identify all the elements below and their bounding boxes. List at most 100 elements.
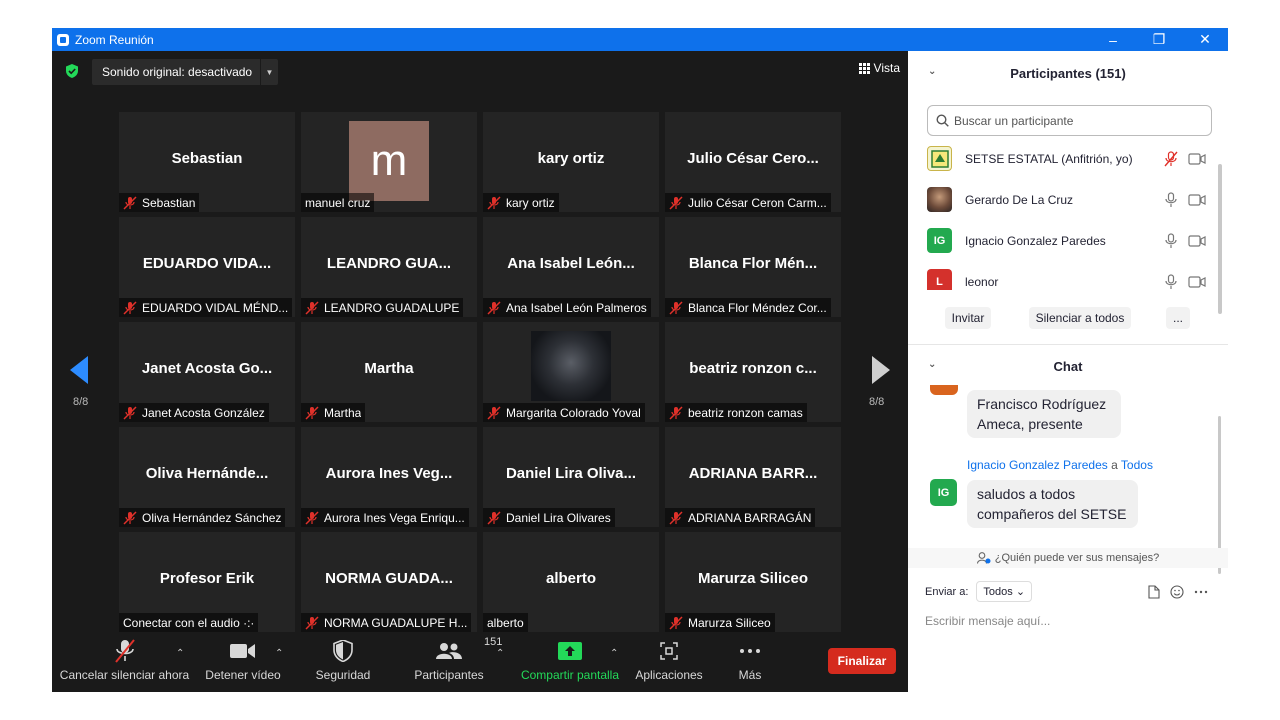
video-tile[interactable]: LEANDRO GUA... LEANDRO GUADALUPE: [301, 217, 477, 317]
file-icon[interactable]: [1148, 585, 1160, 599]
participants-caret-icon[interactable]: ⌃: [496, 648, 504, 659]
apps-button[interactable]: Aplicaciones: [633, 634, 705, 692]
chat-message-input[interactable]: Escribir mensaje aquí...: [925, 614, 1050, 628]
previous-page-arrow-icon[interactable]: [70, 356, 88, 384]
participant-name: NORMA GUADALUPE H...: [324, 615, 468, 630]
participant-name-tag: kary ortiz: [483, 193, 559, 212]
video-tile[interactable]: EDUARDO VIDA... EDUARDO VIDAL MÉND...: [119, 217, 295, 317]
participant-search-input[interactable]: Buscar un participante: [927, 105, 1212, 136]
emoji-icon[interactable]: [1170, 585, 1184, 599]
video-tile[interactable]: Martha Martha: [301, 322, 477, 422]
video-tile[interactable]: ADRIANA BARR... ADRIANA BARRAGÁN: [665, 427, 841, 527]
participants-header: ⌄ Participantes (151): [908, 58, 1228, 88]
video-tile[interactable]: Aurora Ines Veg... Aurora Ines Vega Enriq…: [301, 427, 477, 527]
participants-more-button[interactable]: ...: [1166, 307, 1190, 329]
stop-video-button[interactable]: Detener vídeo: [201, 634, 285, 692]
chat-message-line: Ameca, presente: [977, 416, 1083, 432]
encryption-shield-icon[interactable]: [65, 64, 79, 78]
video-tile[interactable]: Profesor Erik Conectar con el audio ·:·: [119, 532, 295, 632]
video-tile[interactable]: Ana Isabel León... Ana Isabel León Palmer…: [483, 217, 659, 317]
unmute-button[interactable]: Cancelar silenciar ahora: [60, 634, 189, 692]
participant-row[interactable]: L leonor: [908, 261, 1218, 290]
microphone-muted-icon: [487, 195, 501, 210]
collapse-chevron-icon[interactable]: ⌄: [928, 66, 936, 77]
video-camera-icon[interactable]: [1188, 275, 1206, 288]
view-button[interactable]: Vista: [858, 61, 900, 75]
microphone-icon[interactable]: [1164, 232, 1178, 249]
window-title: Zoom Reunión: [75, 32, 154, 47]
participant-row[interactable]: SETSE ESTATAL (Anfitrión, yo): [908, 138, 1218, 179]
audio-options-caret-icon[interactable]: ⌃: [176, 648, 184, 659]
minimize-button[interactable]: –: [1090, 28, 1136, 51]
security-button[interactable]: Seguridad: [310, 634, 376, 692]
video-tile[interactable]: Marurza Siliceo Marurza Siliceo: [665, 532, 841, 632]
more-dots-icon[interactable]: [1194, 590, 1208, 594]
participant-display-name: Oliva Hernánde...: [145, 465, 269, 482]
chat-sender-name[interactable]: Ignacio Gonzalez Paredes: [967, 458, 1108, 472]
panel-divider: [908, 344, 1228, 345]
participant-name: SETSE ESTATAL (Anfitrión, yo): [965, 151, 1133, 166]
participant-name-tag: Martha: [301, 403, 366, 422]
microphone-icon[interactable]: [1164, 191, 1178, 208]
video-camera-icon[interactable]: [1188, 234, 1206, 247]
video-camera-icon[interactable]: [1188, 193, 1206, 206]
chevron-down-icon[interactable]: ▼: [260, 59, 278, 85]
participant-name-tag: Blanca Flor Méndez Cor...: [665, 298, 831, 317]
video-tile[interactable]: beatriz ronzon c... beatriz ronzon camas: [665, 322, 841, 422]
video-tile[interactable]: Sebastian Sebastian: [119, 112, 295, 212]
setse-logo-icon: [930, 149, 949, 168]
participant-list-scrollbar[interactable]: [1218, 164, 1222, 314]
microphone-muted-icon: [669, 615, 683, 630]
send-to-select[interactable]: Todos ⌄: [976, 581, 1033, 602]
video-tile[interactable]: Oliva Hernánde... Oliva Hernández Sánchez: [119, 427, 295, 527]
participant-photo-avatar: [927, 187, 952, 212]
invite-button[interactable]: Invitar: [945, 307, 991, 329]
close-button[interactable]: ✕: [1182, 28, 1228, 51]
video-tile[interactable]: m manuel cruz: [301, 112, 477, 212]
chat-message-bubble: saludos a todos compañeros del SETSE: [967, 480, 1138, 528]
video-tile[interactable]: Janet Acosta Go... Janet Acosta González: [119, 322, 295, 422]
restore-button[interactable]: ❐: [1136, 28, 1182, 51]
video-options-caret-icon[interactable]: ⌃: [275, 648, 283, 659]
video-tile[interactable]: Daniel Lira Oliva... Daniel Lira Olivares: [483, 427, 659, 527]
participant-name: Julio César Ceron Carm...: [688, 195, 827, 210]
video-tile[interactable]: kary ortiz kary ortiz: [483, 112, 659, 212]
original-sound-button[interactable]: Sonido original: desactivado ▼: [92, 59, 278, 85]
video-tile[interactable]: Julio César Cero... Julio César Ceron Car…: [665, 112, 841, 212]
share-options-caret-icon[interactable]: ⌃: [610, 648, 618, 659]
participant-row[interactable]: IG Ignacio Gonzalez Paredes: [908, 220, 1218, 261]
participant-name-tag: Julio César Ceron Carm...: [665, 193, 831, 212]
video-tile[interactable]: Blanca Flor Mén... Blanca Flor Méndez Cor…: [665, 217, 841, 317]
microphone-icon[interactable]: [1164, 273, 1178, 290]
participant-name: Gerardo De La Cruz: [965, 192, 1074, 207]
microphone-muted-icon: [669, 300, 683, 315]
microphone-muted-icon: [305, 300, 319, 315]
participant-name-tag: Sebastian: [119, 193, 200, 212]
send-to-label: Enviar a:: [925, 585, 969, 598]
mute-all-button[interactable]: Silenciar a todos: [1029, 307, 1131, 329]
title-bar: Zoom Reunión – ❐ ✕: [52, 28, 1228, 51]
participant-name-tag: manuel cruz: [301, 193, 375, 212]
more-label: Más: [738, 668, 762, 682]
share-screen-button[interactable]: Compartir pantalla: [518, 634, 622, 692]
participant-display-name: Profesor Erik: [159, 570, 255, 587]
video-camera-icon[interactable]: [1188, 152, 1206, 165]
video-tile[interactable]: NORMA GUADA... NORMA GUADALUPE H...: [301, 532, 477, 632]
apps-label: Aplicaciones: [635, 668, 703, 682]
zoom-app-icon: [57, 33, 69, 46]
who-can-see-link[interactable]: ¿Quién puede ver sus mensajes?: [908, 548, 1228, 568]
chat-message-line: saludos a todos: [977, 486, 1076, 502]
video-tile[interactable]: Margarita Colorado Yoval: [483, 322, 659, 422]
end-meeting-button[interactable]: Finalizar: [828, 648, 896, 674]
video-tile[interactable]: alberto alberto: [483, 532, 659, 632]
more-button[interactable]: Más: [729, 634, 771, 692]
participant-name: manuel cruz: [305, 195, 371, 210]
microphone-muted-icon[interactable]: [1164, 150, 1178, 167]
participant-row[interactable]: Gerardo De La Cruz: [908, 179, 1218, 220]
collapse-chevron-icon[interactable]: ⌄: [928, 359, 936, 370]
next-page-arrow-icon[interactable]: [872, 356, 890, 384]
participants-button[interactable]: 151 Participantes: [410, 634, 502, 692]
participant-name-tag: Conectar con el audio ·:·: [119, 613, 259, 632]
participant-name: Janet Acosta González: [142, 405, 265, 420]
microphone-muted-icon: [305, 405, 319, 420]
